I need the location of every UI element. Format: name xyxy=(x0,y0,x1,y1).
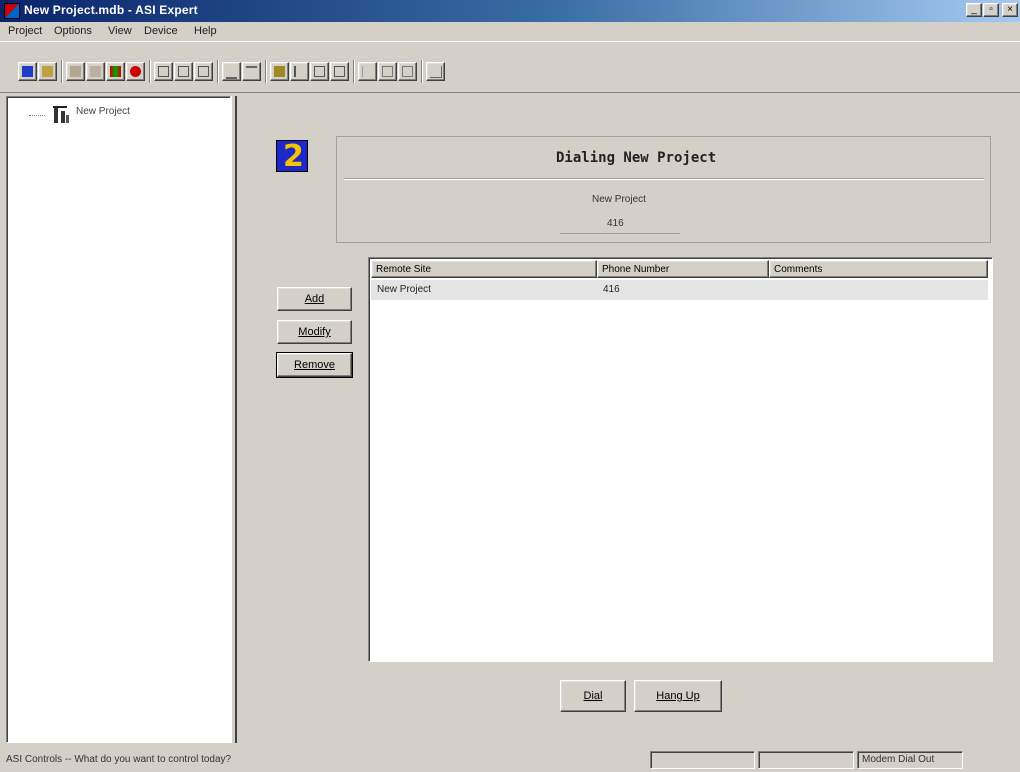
new-icon[interactable] xyxy=(18,62,37,81)
toolbar-separator xyxy=(217,60,219,83)
app-icon[interactable] xyxy=(4,3,20,19)
tree-connector xyxy=(29,115,45,116)
building-icon xyxy=(53,105,71,125)
status-message: ASI Controls -- What do you want to cont… xyxy=(6,754,232,765)
divider xyxy=(344,178,984,180)
toolbar-separator xyxy=(265,60,267,83)
dial-button-label: Dial xyxy=(583,690,603,702)
status-panel xyxy=(650,751,755,769)
menu-device[interactable]: Device xyxy=(144,25,178,37)
tree-item-new-project[interactable]: New Project xyxy=(76,106,130,117)
cut-icon[interactable] xyxy=(66,62,85,81)
panel-c-icon[interactable] xyxy=(194,62,213,81)
remove-button[interactable]: Remove xyxy=(276,352,353,378)
sites-list[interactable]: Remote Site Phone Number Comments New Pr… xyxy=(368,257,993,662)
pane-splitter[interactable] xyxy=(231,96,237,743)
modify-button[interactable]: Modify xyxy=(277,320,352,344)
sort-up-icon[interactable] xyxy=(222,62,241,81)
divider xyxy=(560,233,680,234)
menu-bar: Project Options View Device Help xyxy=(0,22,1020,40)
connection-mode: Modem Dial Out xyxy=(862,754,935,765)
table-b-icon[interactable] xyxy=(378,62,397,81)
add-button[interactable]: Add xyxy=(277,287,352,311)
column-header-comments[interactable]: Comments xyxy=(769,260,988,278)
grid-icon[interactable] xyxy=(310,62,329,81)
chart-icon[interactable] xyxy=(330,62,349,81)
close-button[interactable]: × xyxy=(1002,3,1018,17)
cell-remote-site: New Project xyxy=(377,284,431,295)
menu-options[interactable]: Options xyxy=(54,25,92,37)
sort-down-icon[interactable] xyxy=(242,62,261,81)
status-bar: ASI Controls -- What do you want to cont… xyxy=(0,748,1020,772)
open-icon[interactable] xyxy=(38,62,57,81)
menu-project[interactable]: Project xyxy=(8,25,42,37)
project-number: 416 xyxy=(607,218,624,229)
toolbar-separator xyxy=(421,60,423,83)
panel-b-icon[interactable] xyxy=(174,62,193,81)
status-panel xyxy=(758,751,854,769)
copy-icon[interactable] xyxy=(86,62,105,81)
table-a-icon[interactable] xyxy=(358,62,377,81)
toolbar-separator xyxy=(149,60,151,83)
window-title: New Project.mdb - ASI Expert xyxy=(24,3,198,17)
dial-button[interactable]: Dial xyxy=(560,680,626,712)
dial-icon: 2 xyxy=(276,139,308,174)
text-icon[interactable] xyxy=(290,62,309,81)
column-header-phone-number[interactable]: Phone Number xyxy=(597,260,769,278)
site-icon[interactable] xyxy=(106,62,125,81)
toolbar-separator xyxy=(61,60,63,83)
project-tree[interactable]: New Project xyxy=(6,96,231,743)
remove-button-label: Remove xyxy=(294,359,335,371)
menu-help[interactable]: Help xyxy=(194,25,217,37)
hang-up-button[interactable]: Hang Up xyxy=(634,680,722,712)
dialog-title: Dialing New Project xyxy=(556,150,717,166)
cell-phone-number: 416 xyxy=(603,284,620,295)
monitor-icon[interactable] xyxy=(270,62,289,81)
table-row[interactable]: New Project 416 xyxy=(371,280,988,300)
panel-a-icon[interactable] xyxy=(154,62,173,81)
stop-icon[interactable] xyxy=(126,62,145,81)
add-button-label: Add xyxy=(304,293,325,305)
toolbar xyxy=(0,41,1020,93)
toolbar-separator xyxy=(353,60,355,83)
column-header-remote-site[interactable]: Remote Site xyxy=(371,260,597,278)
minimize-button[interactable]: _ xyxy=(966,3,982,17)
hang-up-button-label: Hang Up xyxy=(656,690,700,702)
project-name: New Project xyxy=(592,194,646,205)
wizard-icon[interactable] xyxy=(426,62,445,81)
table-c-icon[interactable] xyxy=(398,62,417,81)
title-bar: New Project.mdb - ASI Expert _ ▫ × xyxy=(0,0,1020,22)
maximize-button[interactable]: ▫ xyxy=(983,3,999,17)
menu-view[interactable]: View xyxy=(108,25,132,37)
modify-button-label: Modify xyxy=(298,326,331,338)
list-header: Remote Site Phone Number Comments xyxy=(371,260,988,278)
